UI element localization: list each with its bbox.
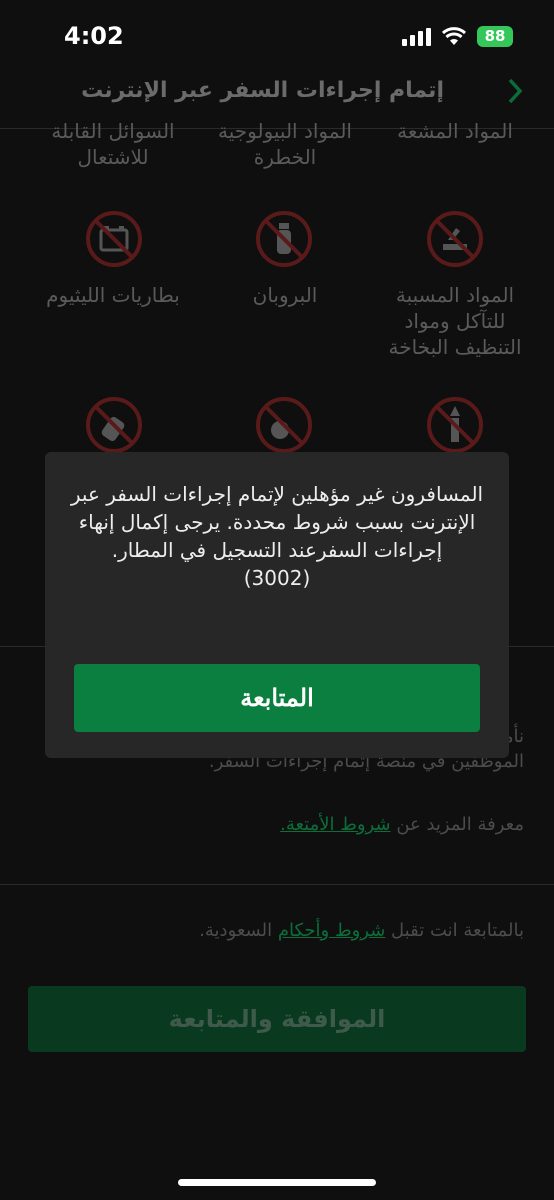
error-message: المسافرون غير مؤهلين لإتمام إجراءات السف… bbox=[70, 482, 484, 562]
wifi-icon bbox=[441, 27, 467, 45]
corrosive-icon bbox=[427, 211, 483, 267]
terms-link[interactable]: شروط وأحكام bbox=[278, 920, 385, 941]
back-chevron-icon[interactable] bbox=[504, 76, 526, 106]
home-indicator[interactable] bbox=[178, 1179, 376, 1186]
fireworks-icon bbox=[427, 397, 483, 453]
baggage-info-line: معرفة المزيد عن شروط الأمتعة. bbox=[24, 812, 524, 837]
terms-suffix: السعودية. bbox=[199, 920, 273, 941]
page-title: إتمام إجراءات السفر عبر الإنترنت bbox=[81, 78, 444, 103]
error-dialog: المسافرون غير مؤهلين لإتمام إجراءات السف… bbox=[45, 452, 509, 758]
propane-icon bbox=[256, 211, 312, 267]
status-bar: 4:02 88 bbox=[0, 0, 554, 74]
status-time: 4:02 bbox=[64, 22, 124, 50]
continue-button[interactable]: المتابعة bbox=[74, 664, 480, 732]
item-label-flammable-liquids: السوائل القابلة للاشتعال bbox=[51, 119, 175, 169]
error-code: (3002) bbox=[243, 566, 311, 590]
item-label-biohazard: المواد البيولوجية الخطرة bbox=[218, 119, 352, 169]
explosive-icon bbox=[256, 397, 312, 453]
baggage-terms-link[interactable]: شروط الأمتعة. bbox=[280, 814, 390, 835]
cellular-signal-icon bbox=[402, 28, 431, 46]
battery-icon bbox=[86, 211, 142, 267]
item-label-radioactive: المواد المشعة bbox=[397, 119, 513, 143]
item-label-corrosive: المواد المسببة للتآكل ومواد التنظيف البخ… bbox=[388, 283, 522, 359]
accept-continue-button[interactable]: الموافقة والمتابعة bbox=[28, 986, 526, 1052]
item-label-lithium-batteries: بطاريات الليثيوم bbox=[46, 283, 180, 307]
battery-level: 88 bbox=[484, 27, 506, 45]
spray-bottle-icon bbox=[86, 397, 142, 453]
terms-prefix: بالمتابعة انت تقبل bbox=[391, 920, 524, 941]
error-message-block: المسافرون غير مؤهلين لإتمام إجراءات السف… bbox=[65, 480, 489, 592]
battery-indicator: 88 bbox=[477, 26, 513, 47]
baggage-info-prefix: معرفة المزيد عن bbox=[396, 814, 524, 835]
item-label-propane: البروبان bbox=[252, 283, 318, 307]
terms-line: بالمتابعة انت تقبل شروط وأحكام السعودية. bbox=[24, 918, 524, 943]
section-divider bbox=[0, 884, 554, 885]
screen: 4:02 88 إتمام إجراءات السفر عبر الإنترنت… bbox=[0, 0, 554, 1200]
